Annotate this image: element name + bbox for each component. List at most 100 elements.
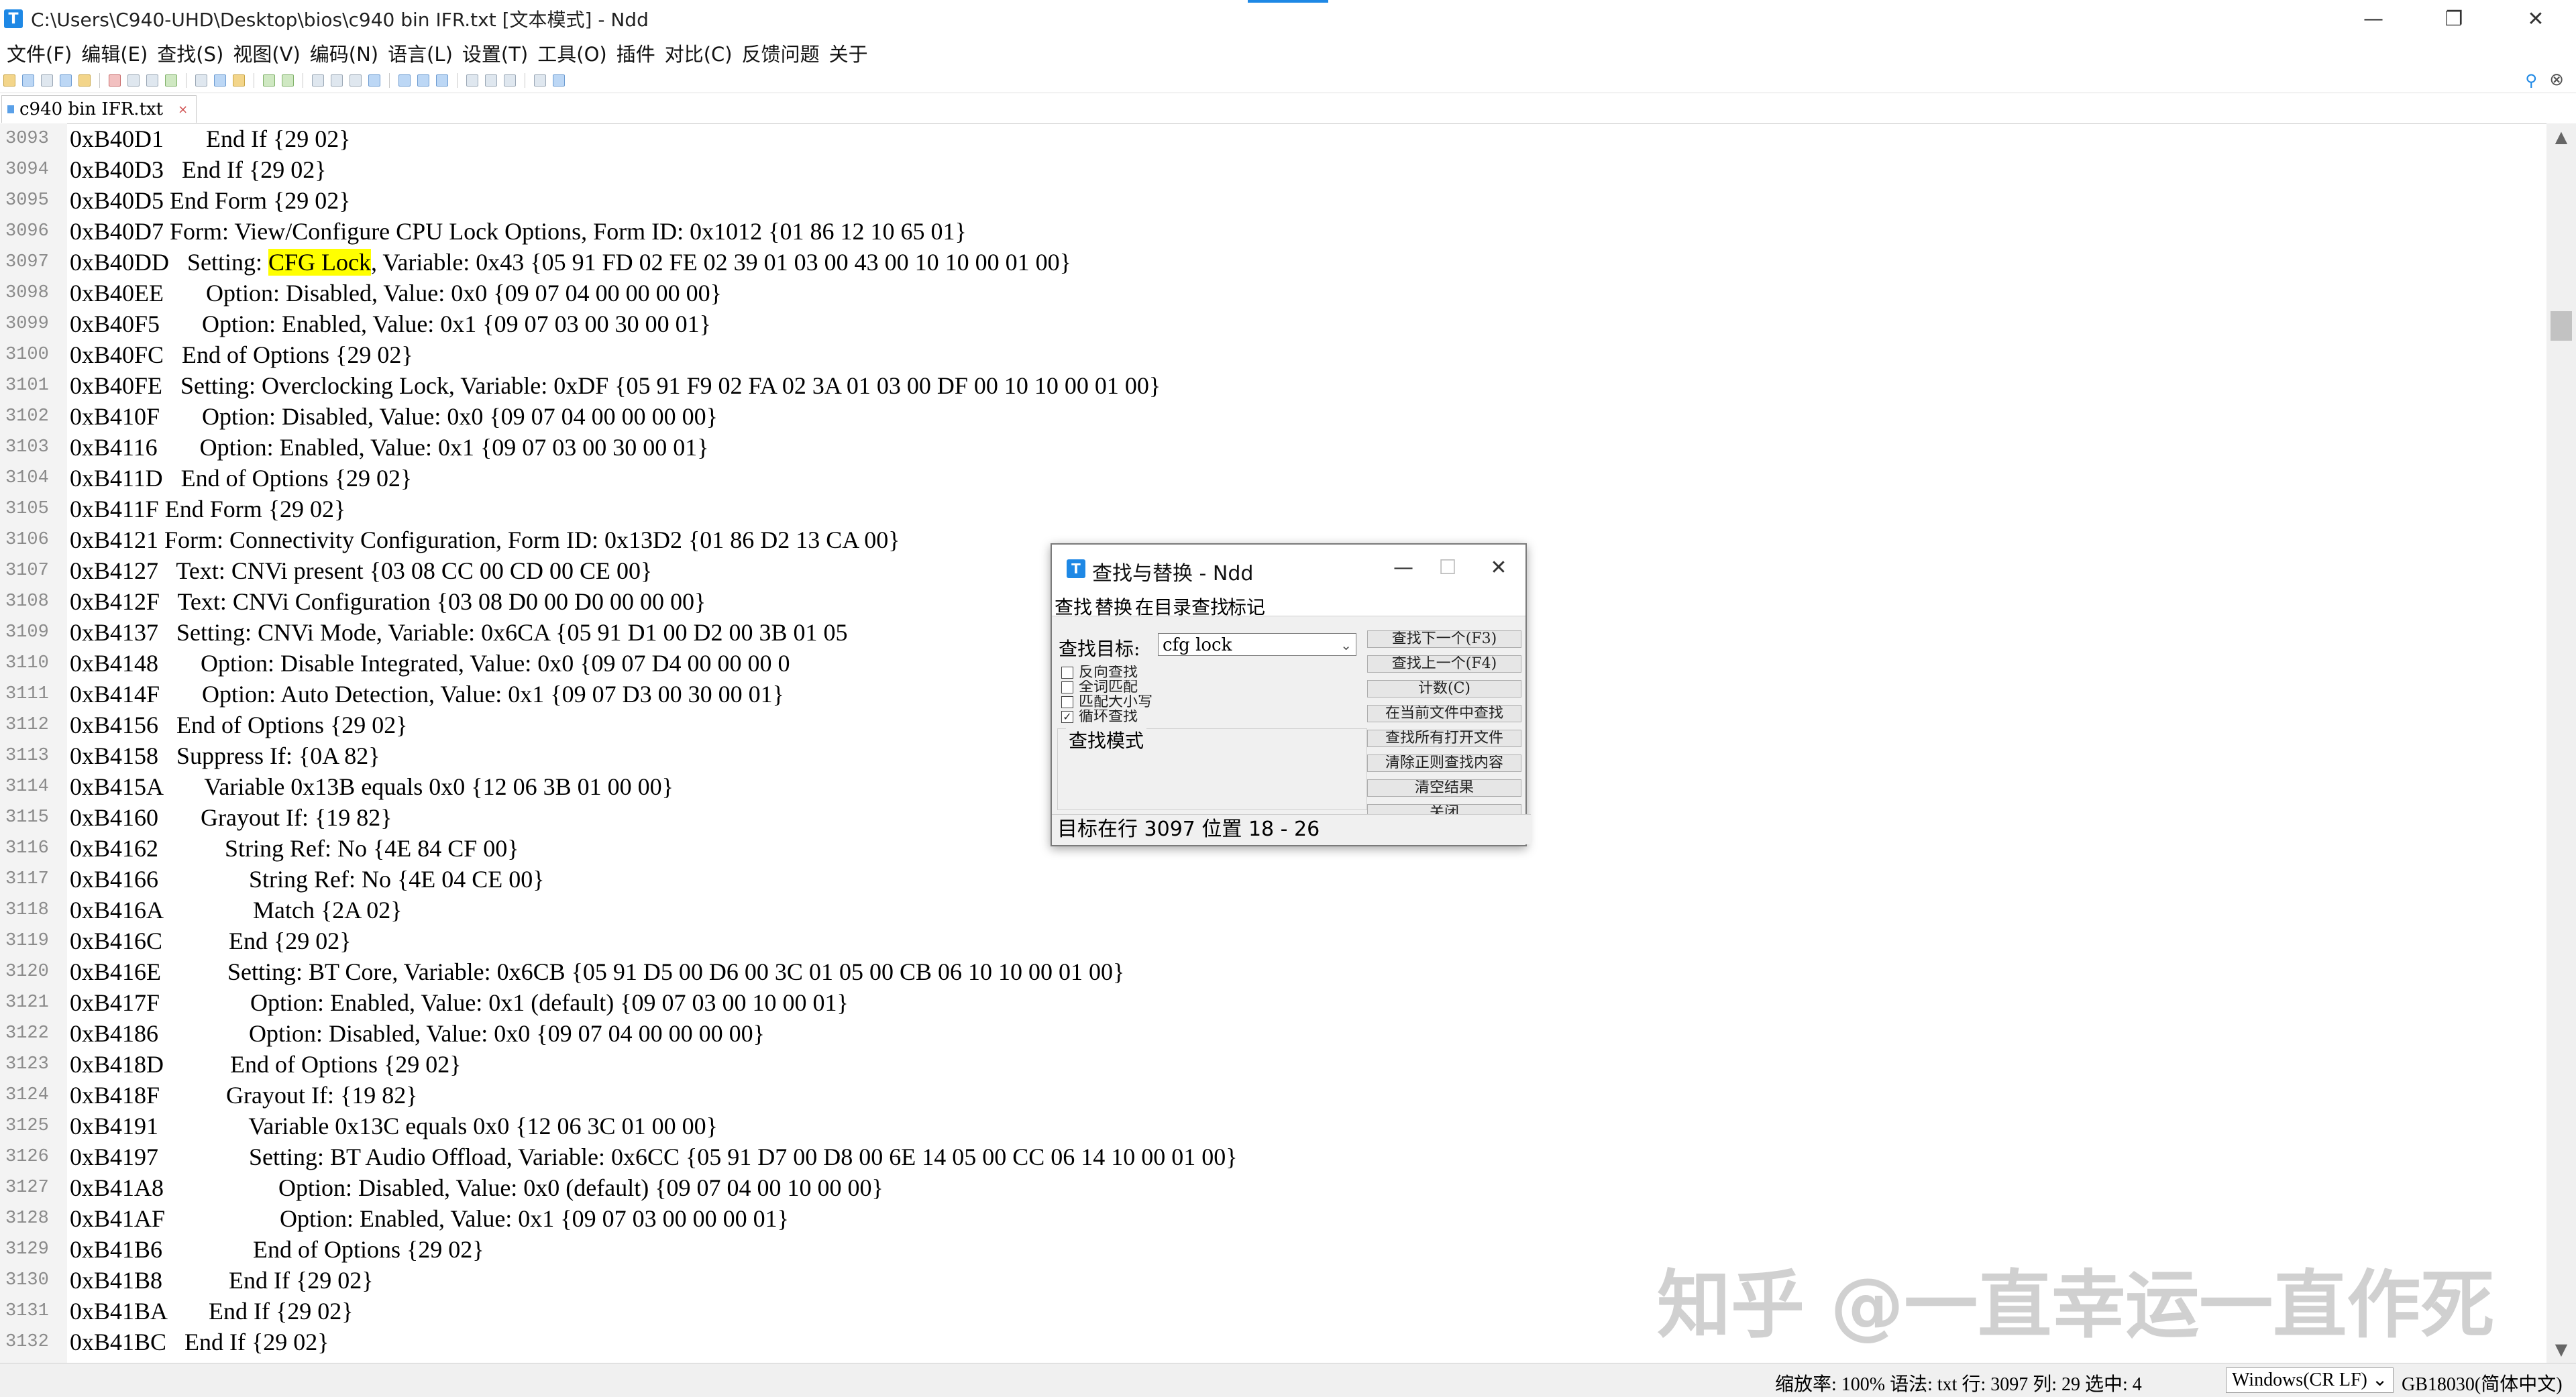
menu-item[interactable]: 文件(F)	[0, 39, 74, 67]
editor-line[interactable]: 3120 0xB416E Setting: BT Core, Variable: …	[0, 956, 2546, 987]
toolbar-button-icon[interactable]	[312, 74, 324, 87]
dialog-action-button[interactable]: 清除正则查找内容	[1367, 755, 1521, 772]
toolbar-button-icon[interactable]	[466, 74, 478, 87]
toolbar-button-icon[interactable]	[282, 74, 294, 87]
tab-find[interactable]: 查找	[1055, 593, 1092, 620]
editor-line[interactable]: 3105 0xB411F End Form {29 02}	[0, 494, 2546, 524]
editor-line[interactable]: 3125 0xB4191 Variable 0x13C equals 0x0 {1…	[0, 1111, 2546, 1141]
editor-line[interactable]: 3121 0xB417F Option: Enabled, Value: 0x1 …	[0, 987, 2546, 1018]
checkbox-checked-icon[interactable]: ✓	[1061, 711, 1073, 723]
chevron-down-icon[interactable]: ⌄	[1340, 634, 1352, 657]
toolbar-button-icon[interactable]	[3, 74, 15, 87]
toolbar-button-icon[interactable]	[195, 74, 207, 87]
toolbar-button-icon[interactable]	[553, 74, 565, 87]
toolbar-button-icon[interactable]	[41, 74, 53, 87]
editor-line[interactable]: 3119 0xB416C End {29 02}	[0, 926, 2546, 956]
menu-item[interactable]: 编码(N)	[303, 39, 381, 67]
editor-line[interactable]: 3123 0xB418D End of Options {29 02}	[0, 1049, 2546, 1080]
toolbar-button-icon[interactable]	[233, 74, 245, 87]
toolbar-button-icon[interactable]	[214, 74, 226, 87]
toolbar-button-icon[interactable]	[504, 74, 516, 87]
checkbox-icon[interactable]	[1061, 667, 1073, 679]
toolbar-button-icon[interactable]	[417, 74, 429, 87]
find-option[interactable]: 匹配大小写	[1061, 695, 1263, 710]
menu-item[interactable]: 反馈问题	[735, 39, 822, 67]
menu-item[interactable]: 关于	[822, 39, 871, 67]
editor-line[interactable]: 3104 0xB411D End of Options {29 02}	[0, 463, 2546, 494]
pin-icon[interactable]: ⚲	[2525, 71, 2537, 90]
tab-close-icon[interactable]: ×	[178, 103, 188, 117]
scroll-up-icon[interactable]: ▲	[2546, 123, 2576, 150]
find-option[interactable]: 全词匹配	[1061, 680, 1263, 695]
tab-mark[interactable]: 标记	[1228, 593, 1265, 620]
toolbar-button-icon[interactable]	[127, 74, 140, 87]
dialog-action-button[interactable]: 计数(C)	[1367, 680, 1521, 697]
dialog-action-button[interactable]: 查找下一个(F3)	[1367, 630, 1521, 648]
editor-line[interactable]: 3097 0xB40DD Setting: CFG Lock, Variable:…	[0, 247, 2546, 278]
menu-item[interactable]: 编辑(E)	[74, 39, 150, 67]
toolbar-button-icon[interactable]	[331, 74, 343, 87]
toolbar-button-icon[interactable]	[368, 74, 380, 87]
dialog-action-button[interactable]: 查找上一个(F4)	[1367, 655, 1521, 673]
editor-line[interactable]: 3099 0xB40F5 Option: Enabled, Value: 0x1 …	[0, 309, 2546, 339]
find-target-input[interactable]: cfg lock ⌄	[1158, 633, 1356, 656]
toolbar-button-icon[interactable]	[350, 74, 362, 87]
menu-item[interactable]: 插件	[610, 39, 658, 67]
editor-line[interactable]: 3122 0xB4186 Option: Disabled, Value: 0x0…	[0, 1018, 2546, 1049]
editor-line[interactable]: 3102 0xB410F Option: Disabled, Value: 0x0…	[0, 401, 2546, 432]
toolbar-button-icon[interactable]	[165, 74, 177, 87]
editor-line[interactable]: 3096 0xB40D7 Form: View/Configure CPU Loc…	[0, 216, 2546, 247]
scroll-down-icon[interactable]: ▼	[2546, 1336, 2576, 1363]
checkbox-icon[interactable]	[1061, 696, 1073, 708]
menu-item[interactable]: 视图(V)	[226, 39, 303, 67]
close-document-icon[interactable]: ⊗	[2549, 70, 2564, 90]
menu-item[interactable]: 工具(O)	[531, 39, 609, 67]
find-option[interactable]: 反向查找	[1061, 665, 1263, 680]
toolbar-button-icon[interactable]	[436, 74, 448, 87]
dialog-close-button[interactable]: ✕	[1479, 551, 1519, 585]
toolbar-button-icon[interactable]	[60, 74, 72, 87]
eol-selector[interactable]: Windows(CR LF) ⌄	[2226, 1367, 2394, 1393]
editor-line[interactable]: 3100 0xB40FC End of Options {29 02}	[0, 339, 2546, 370]
toolbar-button-icon[interactable]	[534, 74, 546, 87]
editor-line[interactable]: 3094 0xB40D3 End If {29 02}	[0, 154, 2546, 185]
vertical-scrollbar[interactable]: ▲ ▼	[2546, 123, 2576, 1363]
editor-line[interactable]: 3124 0xB418F Grayout If: {19 82}	[0, 1080, 2546, 1111]
minimize-button[interactable]: —	[2333, 0, 2414, 38]
editor-line[interactable]: 3128 0xB41AF Option: Enabled, Value: 0x1 …	[0, 1203, 2546, 1234]
dialog-action-button[interactable]: 查找所有打开文件	[1367, 730, 1521, 747]
tab-c940-bin-ifr[interactable]: c940 bin IFR.txt ×	[1, 95, 197, 123]
dialog-minimize-button[interactable]: —	[1383, 551, 1424, 585]
encoding-label[interactable]: GB18030(简体中文)	[2402, 1370, 2563, 1396]
menu-item[interactable]: 查找(S)	[150, 39, 226, 67]
close-window-button[interactable]: ✕	[2496, 0, 2576, 38]
tab-find-in-dir[interactable]: 在目录查找	[1135, 593, 1229, 620]
dialog-action-button[interactable]: 在当前文件中查找	[1367, 705, 1521, 722]
checkbox-icon[interactable]	[1061, 681, 1073, 693]
restore-button[interactable]: ❐	[2414, 0, 2494, 38]
scrollbar-thumb[interactable]	[2551, 311, 2572, 341]
editor-line[interactable]: 3127 0xB41A8 Option: Disabled, Value: 0x0…	[0, 1172, 2546, 1203]
editor-line[interactable]: 3103 0xB4116 Option: Enabled, Value: 0x1 …	[0, 432, 2546, 463]
toolbar-button-icon[interactable]	[22, 74, 34, 87]
toolbar-button-icon[interactable]	[263, 74, 275, 87]
toolbar-button-icon[interactable]	[109, 74, 121, 87]
menu-item[interactable]: 语言(L)	[381, 39, 455, 67]
editor-line[interactable]: 3098 0xB40EE Option: Disabled, Value: 0x0…	[0, 278, 2546, 309]
editor-line[interactable]: 3095 0xB40D5 End Form {29 02}	[0, 185, 2546, 216]
editor-line[interactable]: 3126 0xB4197 Setting: BT Audio Offload, V…	[0, 1141, 2546, 1172]
menu-item[interactable]: 设置(T)	[455, 39, 531, 67]
dialog-action-button[interactable]: 清空结果	[1367, 779, 1521, 797]
toolbar-button-icon[interactable]	[398, 74, 411, 87]
editor-line[interactable]: 3093 0xB40D1 End If {29 02}	[0, 123, 2546, 154]
tab-replace[interactable]: 替换	[1095, 593, 1132, 620]
toolbar-button-icon[interactable]	[78, 74, 91, 87]
editor-line[interactable]: 3117 0xB4166 String Ref: No {4E 04 CE 00}	[0, 864, 2546, 895]
menu-item[interactable]: 对比(C)	[658, 39, 735, 67]
editor-line[interactable]: 3101 0xB40FE Setting: Overclocking Lock, …	[0, 370, 2546, 401]
find-option[interactable]: ✓ 循环查找	[1061, 710, 1263, 724]
editor-line[interactable]: 3118 0xB416A Match {2A 02}	[0, 895, 2546, 926]
toolbar-button-icon[interactable]	[485, 74, 497, 87]
dialog-maximize-button[interactable]: ☐	[1428, 551, 1468, 585]
toolbar-button-icon[interactable]	[146, 74, 158, 87]
